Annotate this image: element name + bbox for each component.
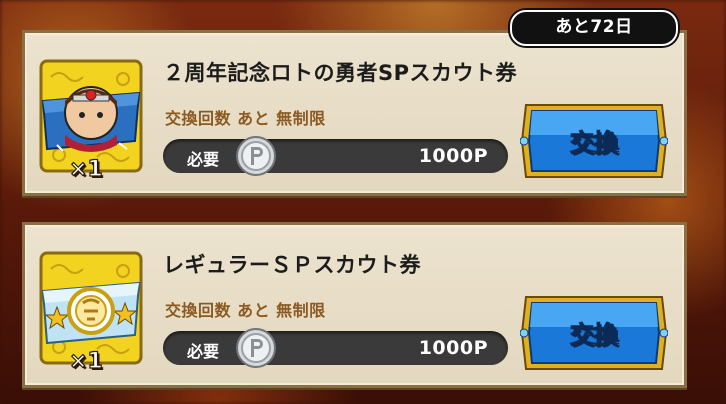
exchange-limit-text: 交換回数 あと 無制限 [165, 301, 326, 320]
exchange-button-label: 交換 [569, 320, 618, 349]
item-price: 1000P [418, 145, 488, 167]
cost-bar: 必要 1000P [163, 136, 508, 176]
item-quantity: ×1 [68, 156, 103, 182]
exchange-item-card: ×1 レギュラーＳＰスカウト券 交換回数 あと 無制限 必要 1000P 交換 [22, 222, 687, 388]
exchange-button[interactable]: 交換 [520, 293, 668, 373]
cost-label: 必要 [187, 342, 220, 361]
item-title: レギュラーＳＰスカウト券 [163, 253, 421, 277]
cost-bar: 必要 1000P [163, 328, 508, 368]
cost-label: 必要 [187, 150, 220, 169]
item-quantity: ×1 [68, 348, 103, 374]
exchange-limit-text: 交換回数 あと 無制限 [165, 109, 326, 128]
remaining-days-tab: あと72日 [510, 10, 678, 46]
point-coin-icon [235, 327, 277, 369]
item-price: 1000P [418, 337, 488, 359]
exchange-button[interactable]: 交換 [520, 101, 668, 181]
exchange-item-card: ×1 ２周年記念ロトの勇者SPスカウト券 交換回数 あと 無制限 必要 1000… [22, 30, 687, 196]
item-title: ２周年記念ロトの勇者SPスカウト券 [163, 61, 518, 85]
point-coin-icon [235, 135, 277, 177]
exchange-button-label: 交換 [569, 128, 618, 157]
